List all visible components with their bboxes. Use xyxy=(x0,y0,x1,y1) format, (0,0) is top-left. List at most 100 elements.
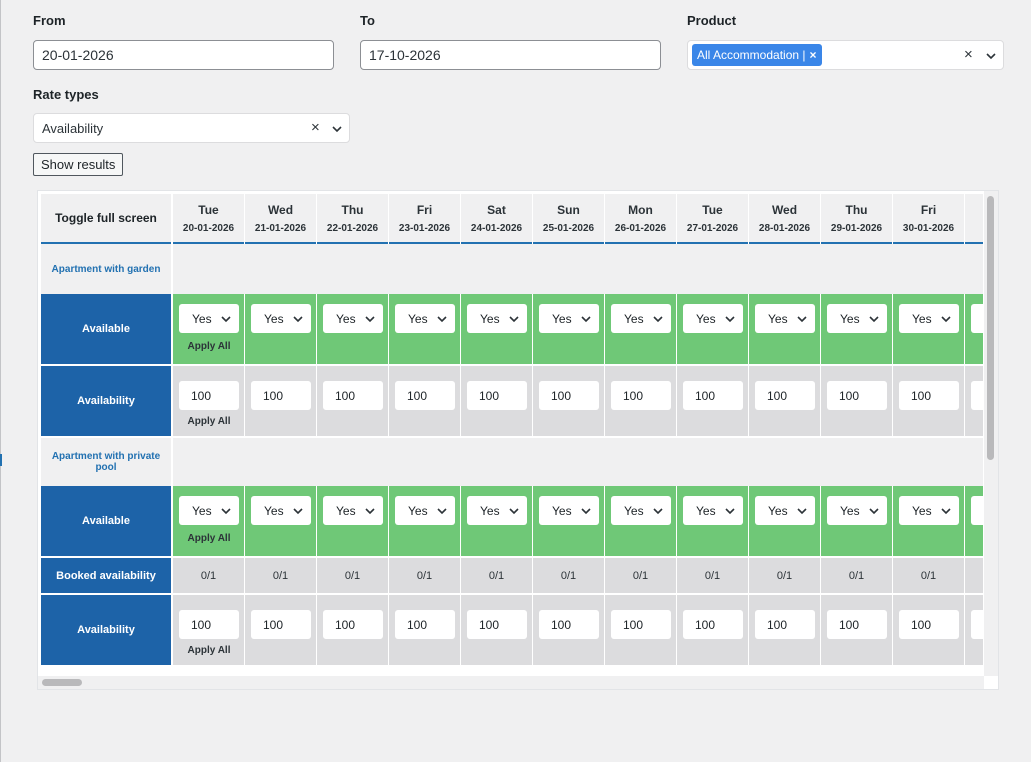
availability-input[interactable]: 100 xyxy=(395,381,455,410)
availability-value: 100 xyxy=(407,617,428,632)
column-header: Thu 22-01-2026 xyxy=(317,194,388,244)
available-select[interactable]: Yes xyxy=(611,304,671,333)
column-day: Thu xyxy=(845,202,868,217)
to-date-input[interactable]: 17-10-2026 xyxy=(360,40,661,70)
availability-input[interactable]: 100 xyxy=(467,610,527,639)
availability-input[interactable]: 100 xyxy=(539,610,599,639)
availability-input[interactable]: 100 xyxy=(539,381,599,410)
available-select[interactable]: Yes xyxy=(251,304,311,333)
row-label: Available xyxy=(41,294,171,364)
available-select[interactable]: Yes xyxy=(251,496,311,525)
availability-input[interactable]: 100 xyxy=(395,610,455,639)
available-select[interactable]: Yes xyxy=(755,304,815,333)
available-select[interactable]: Yes xyxy=(323,304,383,333)
grid-cell: 0/1 xyxy=(245,558,316,593)
chevron-down-icon[interactable] xyxy=(985,50,997,62)
availability-input[interactable]: 100 xyxy=(971,381,983,410)
available-select[interactable]: Yes xyxy=(179,304,239,333)
available-select[interactable]: Yes xyxy=(827,496,887,525)
rate-types-value: Availability xyxy=(42,120,104,136)
column-date: 26-01-2026 xyxy=(614,222,667,234)
availability-input[interactable]: 100 xyxy=(899,381,959,410)
apply-all-link[interactable]: Apply All xyxy=(173,416,245,427)
product-clear-icon[interactable]: × xyxy=(964,46,973,63)
grid-cell: 100 xyxy=(677,595,748,665)
availability-input[interactable]: 100 xyxy=(323,610,383,639)
available-select[interactable]: Yes xyxy=(395,304,455,333)
available-select[interactable]: Yes xyxy=(971,496,983,525)
availability-input[interactable]: 100 xyxy=(251,381,311,410)
booked-value: 0/1 xyxy=(632,569,649,582)
availability-input[interactable]: 100 xyxy=(683,610,743,639)
available-select[interactable]: Yes xyxy=(827,304,887,333)
horizontal-scrollbar[interactable] xyxy=(38,676,984,689)
toggle-full-screen-button[interactable]: Toggle full screen xyxy=(41,194,171,244)
row-label: Available xyxy=(41,486,171,556)
available-select[interactable]: Yes xyxy=(323,496,383,525)
booked-value: 0/1 xyxy=(776,569,793,582)
booked-value: 0/1 xyxy=(848,569,865,582)
rate-types-select[interactable]: Availability × xyxy=(33,113,350,143)
available-value: Yes xyxy=(696,503,716,518)
availability-input[interactable]: 100 xyxy=(467,381,527,410)
availability-input[interactable]: 100 xyxy=(827,610,887,639)
availability-input[interactable]: 100 xyxy=(251,610,311,639)
product-select[interactable]: All Accommodation | × × xyxy=(687,40,1004,70)
available-select[interactable]: Yes xyxy=(683,304,743,333)
available-select[interactable]: Yes xyxy=(539,304,599,333)
grid-cell: Yes xyxy=(821,486,892,556)
availability-input[interactable]: 100 xyxy=(611,610,671,639)
available-select[interactable]: Yes xyxy=(611,496,671,525)
apply-all-link[interactable]: Apply All xyxy=(173,645,245,656)
available-select[interactable]: Yes xyxy=(395,496,455,525)
availability-value: 100 xyxy=(911,617,932,632)
column-header: Thu 29-01-2026 xyxy=(821,194,892,244)
availability-value: 100 xyxy=(263,388,284,403)
grid-cell: Yes xyxy=(965,486,983,556)
availability-input[interactable]: 100 xyxy=(971,610,983,639)
chip-remove-icon[interactable]: × xyxy=(810,48,817,62)
horizontal-scroll-thumb[interactable] xyxy=(42,679,82,686)
chevron-down-icon xyxy=(365,508,375,515)
show-results-button[interactable]: Show results xyxy=(33,153,124,176)
available-select[interactable]: Yes xyxy=(971,304,983,333)
availability-input[interactable]: 100 xyxy=(755,381,815,410)
apply-all-link[interactable]: Apply All xyxy=(173,533,245,544)
availability-input[interactable]: 100 xyxy=(323,381,383,410)
available-select[interactable]: Yes xyxy=(755,496,815,525)
availability-input[interactable]: 100 xyxy=(179,381,239,410)
grid-cell: Yes xyxy=(605,486,676,556)
available-value: Yes xyxy=(768,311,788,326)
availability-input[interactable]: 100 xyxy=(179,610,239,639)
grid-cell: Yes xyxy=(605,294,676,364)
availability-input[interactable]: 100 xyxy=(827,381,887,410)
available-select[interactable]: Yes xyxy=(539,496,599,525)
rate-types-clear-icon[interactable]: × xyxy=(311,119,320,136)
from-date-value: 20-01-2026 xyxy=(42,47,114,63)
from-date-input[interactable]: 20-01-2026 xyxy=(33,40,334,70)
column-day: Tue xyxy=(198,202,219,217)
availability-input[interactable]: 100 xyxy=(683,381,743,410)
available-select[interactable]: Yes xyxy=(467,304,527,333)
grid-cell: 100 xyxy=(677,366,748,436)
booked-value: 0/1 xyxy=(704,569,721,582)
column-date: 29-01-2026 xyxy=(830,222,883,234)
available-select[interactable]: Yes xyxy=(899,496,959,525)
chevron-down-icon[interactable] xyxy=(331,123,343,135)
apply-all-link[interactable]: Apply All xyxy=(173,341,245,352)
available-select[interactable]: Yes xyxy=(179,496,239,525)
column-header: Fri 30-01-2026 xyxy=(893,194,964,244)
column-date: 20-01-2026 xyxy=(182,222,235,234)
availability-input[interactable]: 100 xyxy=(899,610,959,639)
available-select[interactable]: Yes xyxy=(683,496,743,525)
chevron-down-icon xyxy=(437,316,447,323)
availability-value: 100 xyxy=(623,617,644,632)
availability-input[interactable]: 100 xyxy=(611,381,671,410)
available-value: Yes xyxy=(264,311,284,326)
available-select[interactable]: Yes xyxy=(899,304,959,333)
availability-input[interactable]: 100 xyxy=(755,610,815,639)
available-select[interactable]: Yes xyxy=(467,496,527,525)
grid-cell: 100 xyxy=(533,595,604,665)
vertical-scroll-thumb[interactable] xyxy=(987,196,994,460)
grid-cell: Yes xyxy=(245,294,316,364)
